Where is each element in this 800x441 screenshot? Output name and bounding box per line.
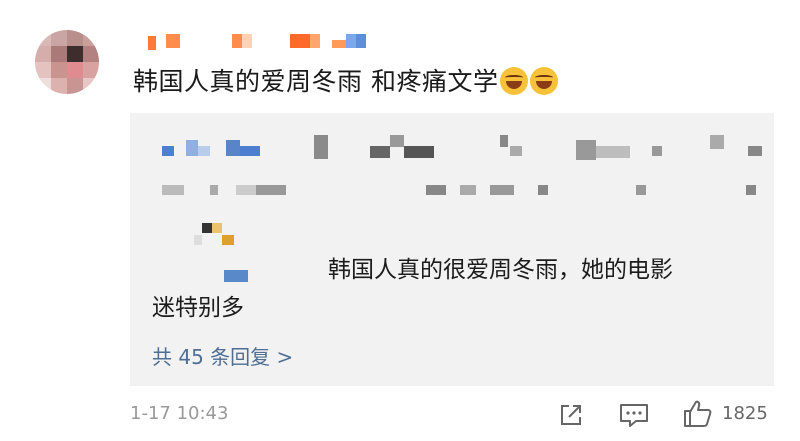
comment-button[interactable]	[618, 400, 650, 434]
avatar[interactable]	[35, 30, 99, 94]
cry-laugh-emoji-icon	[500, 67, 529, 95]
username-redacted[interactable]	[148, 34, 366, 52]
thumbs-up-icon	[684, 400, 712, 427]
post-timestamp: 1-17 10:43	[130, 403, 229, 424]
share-button[interactable]	[556, 400, 586, 434]
comment-icon	[620, 404, 648, 427]
view-all-replies-link[interactable]: 共 45 条回复 >	[152, 341, 293, 370]
share-icon	[561, 405, 581, 425]
like-count: 1825	[722, 403, 768, 424]
reply-text-line1: 韩国人真的很爱周冬雨，她的电影	[328, 257, 673, 283]
like-button[interactable]	[682, 398, 714, 434]
reply-text-line2: 迷特别多	[152, 295, 244, 321]
post-content: 韩国人真的爱周冬雨 和疼痛文学	[133, 67, 499, 96]
reply-thread-box[interactable]: 韩国人真的很爱周冬雨，她的电影 迷特别多 共 45 条回复 >	[130, 113, 774, 386]
cry-laugh-emoji-icon	[530, 67, 559, 95]
post-text: 韩国人真的爱周冬雨 和疼痛文学	[133, 66, 559, 98]
